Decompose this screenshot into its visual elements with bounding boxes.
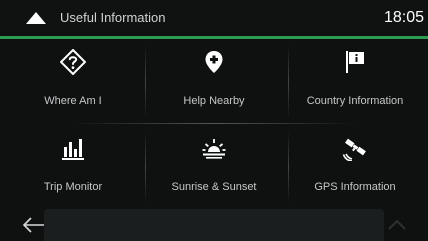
tile-gps-information[interactable]: GPS Information [284,125,426,209]
tile-where-am-i[interactable]: Where Am I [2,39,144,123]
tile-country-information[interactable]: Country Information [284,39,426,123]
divider [288,45,289,119]
footer-panel [44,209,384,241]
useful-information-screen: Useful Information 18:05 Where Am I Help… [0,0,428,241]
tile-label: Sunrise & Sunset [171,181,257,193]
page-title: Useful Information [60,10,166,25]
divider [288,131,289,203]
country-information-icon [342,49,368,75]
tile-label: Country Information [306,95,404,107]
chevron-up-icon [388,219,406,230]
back-button[interactable] [18,213,48,237]
menu-grid: Where Am I Help Nearby Country Informati… [0,39,428,209]
chevron-up-icon [26,12,46,24]
trip-monitor-icon [60,135,86,161]
footer-bar [0,209,428,241]
clock: 18:05 [383,9,424,26]
divider [70,123,358,124]
back-arrow-icon [22,217,44,233]
sunrise-sunset-icon [201,135,227,161]
tile-help-nearby[interactable]: Help Nearby [143,39,285,123]
tile-label: Help Nearby [183,95,245,107]
header-collapse-button[interactable] [24,9,48,27]
tile-sunrise-sunset[interactable]: Sunrise & Sunset [143,125,285,209]
tile-label: Where Am I [44,95,102,107]
header-bar: Useful Information 18:05 [0,0,428,36]
tile-label: GPS Information [314,181,396,193]
tile-label: Trip Monitor [43,181,103,193]
tile-trip-monitor[interactable]: Trip Monitor [2,125,144,209]
help-nearby-icon [201,49,227,75]
divider [145,131,146,203]
scroll-up-button[interactable] [384,215,410,235]
gps-information-icon [342,135,368,162]
divider [145,45,146,119]
where-am-i-icon [59,48,87,76]
